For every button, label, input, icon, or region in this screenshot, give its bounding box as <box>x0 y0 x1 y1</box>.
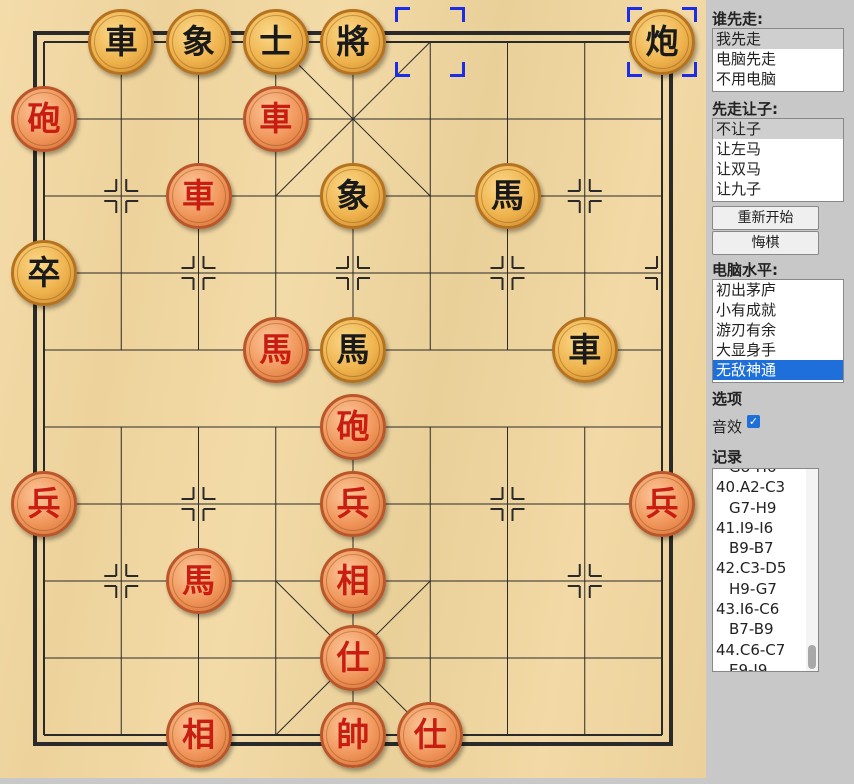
handicap-option[interactable]: 让九子 <box>713 179 843 199</box>
piece-label: 砲 <box>17 92 71 146</box>
piece-black-horse-center[interactable]: 馬 <box>320 317 386 383</box>
record-move: 42.C3-D5 <box>716 559 787 578</box>
level-option[interactable]: 初出茅庐 <box>713 280 843 300</box>
record-move: B9-B7 <box>729 539 774 558</box>
piece-red-elephant-bottom[interactable]: 相 <box>165 702 232 768</box>
piece-label: 兵 <box>17 477 71 531</box>
piece-label: 仕 <box>326 631 380 685</box>
level-option[interactable]: 小有成就 <box>713 300 843 320</box>
record-move: B7-B9 <box>729 620 774 639</box>
piece-label: 相 <box>326 554 380 608</box>
piece-label: 車 <box>94 15 149 69</box>
record-move: 43.I6-C6 <box>716 600 780 619</box>
record-move: 44.C6-C7 <box>716 640 786 659</box>
piece-red-elephant-center[interactable]: 相 <box>320 548 386 614</box>
piece-black-advisor[interactable]: 士 <box>242 9 309 75</box>
selection-marker <box>395 7 466 77</box>
piece-label: 象 <box>326 169 380 223</box>
piece-red-chariot-mid[interactable]: 車 <box>165 163 232 229</box>
options-label: 选项 <box>712 390 743 408</box>
piece-label: 馬 <box>171 554 226 608</box>
who-first-label: 谁先走: <box>712 10 763 28</box>
level-option[interactable]: 游刃有余 <box>713 320 843 340</box>
piece-label: 仕 <box>403 708 458 762</box>
piece-black-horse-right[interactable]: 馬 <box>474 163 541 229</box>
piece-black-chariot-left[interactable]: 車 <box>88 9 155 75</box>
handicap-listbox[interactable]: 不让子 让左马 让双马 让九子 <box>712 118 844 202</box>
piece-red-soldier-right[interactable]: 兵 <box>629 471 695 537</box>
handicap-option[interactable]: 让左马 <box>713 139 843 159</box>
restart-button[interactable]: 重新开始 <box>712 206 819 230</box>
who-first-listbox[interactable]: 我先走 电脑先走 不用电脑 <box>712 28 844 92</box>
piece-label: 將 <box>326 15 380 69</box>
piece-label: 砲 <box>326 400 380 454</box>
handicap-option[interactable]: 不让子 <box>713 119 843 139</box>
piece-label: 馬 <box>480 169 535 223</box>
piece-label: 兵 <box>635 477 689 531</box>
sound-label: 音效 <box>712 418 743 436</box>
piece-red-soldier-center[interactable]: 兵 <box>320 471 386 537</box>
piece-red-horse-mid[interactable]: 馬 <box>242 317 309 383</box>
selection-marker <box>627 7 697 77</box>
piece-label: 車 <box>171 169 226 223</box>
control-panel: 谁先走: 我先走 电脑先走 不用电脑 先走让子: 不让子 让左马 让双马 让九子 重新开始… <box>706 0 854 784</box>
piece-label: 車 <box>557 323 612 377</box>
piece-black-general[interactable]: 將 <box>320 9 386 75</box>
record-scroll-thumb[interactable] <box>808 645 816 669</box>
piece-black-elephant[interactable]: 象 <box>165 9 232 75</box>
who-first-option[interactable]: 我先走 <box>713 29 843 49</box>
piece-label: 帥 <box>326 708 380 762</box>
level-option[interactable]: 大显身手 <box>713 340 843 360</box>
piece-red-general[interactable]: 帥 <box>320 702 386 768</box>
piece-black-elephant-center[interactable]: 象 <box>320 163 386 229</box>
piece-red-horse-low[interactable]: 馬 <box>165 548 232 614</box>
piece-red-cannon-top[interactable]: 砲 <box>11 86 77 152</box>
record-move: E9-I9 <box>729 660 768 672</box>
move-record-list[interactable]: G8-H640.A2-C3G7-H941.I9-I6 B9-B742.C3-D5H… <box>712 468 819 672</box>
handicap-label: 先走让子: <box>712 100 778 118</box>
move-record-items: G8-H640.A2-C3G7-H941.I9-I6 B9-B742.C3-D5H… <box>713 469 805 672</box>
level-label: 电脑水平: <box>712 261 778 279</box>
undo-button[interactable]: 悔棋 <box>712 231 819 255</box>
record-move: G7-H9 <box>729 498 777 517</box>
piece-label: 士 <box>248 15 303 69</box>
record-move: G8-H6 <box>713 469 805 477</box>
record-scrollbar[interactable] <box>806 469 818 671</box>
record-move: 41.I9-I6 <box>716 518 774 537</box>
record-move: 40.A2-C3 <box>716 478 786 497</box>
level-option[interactable]: 无敌神通 <box>713 360 843 380</box>
piece-black-soldier[interactable]: 卒 <box>11 240 77 306</box>
xiangqi-board[interactable]: 車象士將炮砲車車象馬卒馬馬車砲兵兵兵馬相仕相帥仕 <box>0 0 706 778</box>
handicap-option[interactable]: 让双马 <box>713 159 843 179</box>
piece-label: 兵 <box>326 477 380 531</box>
piece-label: 卒 <box>17 246 71 300</box>
piece-red-cannon-center[interactable]: 砲 <box>320 394 386 460</box>
piece-label: 車 <box>248 92 303 146</box>
level-listbox[interactable]: 初出茅庐 小有成就 游刃有余 大显身手 无敌神通 <box>712 279 844 383</box>
piece-red-advisor-bottom[interactable]: 仕 <box>397 702 464 768</box>
piece-red-soldier-left[interactable]: 兵 <box>11 471 77 537</box>
piece-label: 相 <box>171 708 226 762</box>
record-move: H9-G7 <box>729 579 777 598</box>
piece-label: 象 <box>171 15 226 69</box>
who-first-option[interactable]: 电脑先走 <box>713 49 843 69</box>
record-label: 记录 <box>712 448 743 466</box>
piece-label: 馬 <box>326 323 380 377</box>
piece-label: 馬 <box>248 323 303 377</box>
piece-red-chariot-top[interactable]: 車 <box>242 86 309 152</box>
sound-checkbox[interactable]: ✓ <box>747 415 760 428</box>
who-first-option[interactable]: 不用电脑 <box>713 69 843 89</box>
piece-red-advisor-center[interactable]: 仕 <box>320 625 386 691</box>
piece-black-chariot-right[interactable]: 車 <box>551 317 618 383</box>
